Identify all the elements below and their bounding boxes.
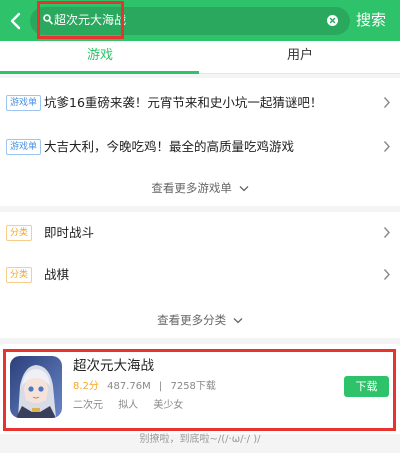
list-item[interactable]: 游戏单 大吉大利，今晚吃鸡！最全的高质量吃鸡游戏 bbox=[0, 126, 400, 168]
active-tab-indicator bbox=[0, 71, 199, 74]
list-item[interactable]: 分类 战棋 bbox=[0, 254, 400, 296]
game-list-section: 游戏单 坑爹16重磅来袭！元宵节来和史小坑一起猜谜吧！ 游戏单 大吉大利，今晚吃… bbox=[0, 78, 400, 206]
list-item-title: 坑爹16重磅来袭！元宵节来和史小坑一起猜谜吧！ bbox=[44, 95, 323, 110]
end-of-list-text: 别撩啦，到底啦~/(/·ω/·/ )/ bbox=[139, 434, 261, 445]
tab-games[interactable]: 游戏 bbox=[0, 41, 200, 74]
category-tag: 分类 bbox=[6, 225, 33, 241]
list-item[interactable]: 分类 即时战斗 bbox=[0, 212, 400, 254]
more-categories-button[interactable]: 查看更多分类 bbox=[0, 304, 400, 336]
result-tabs: 游戏 用户 bbox=[0, 41, 400, 74]
list-item-title: 即时战斗 bbox=[44, 225, 95, 240]
list-item-title: 战棋 bbox=[44, 267, 70, 282]
more-categories-label: 查看更多分类 bbox=[157, 313, 227, 327]
category-section: 分类 即时战斗 分类 战棋 查看更多分类 bbox=[0, 212, 400, 338]
list-item[interactable]: 游戏单 坑爹16重磅来袭！元宵节来和史小坑一起猜谜吧！ bbox=[0, 82, 400, 124]
chevron-right-icon bbox=[383, 269, 390, 280]
list-item-title: 大吉大利，今晚吃鸡！最全的高质量吃鸡游戏 bbox=[44, 139, 295, 154]
search-highlight-box bbox=[37, 1, 124, 39]
category-tag: 分类 bbox=[6, 267, 33, 283]
chevron-right-icon bbox=[383, 227, 390, 238]
game-list-tag: 游戏单 bbox=[6, 139, 42, 155]
clear-icon[interactable] bbox=[327, 15, 338, 26]
chevron-right-icon bbox=[383, 97, 390, 108]
game-list-tag: 游戏单 bbox=[6, 95, 42, 111]
chevron-right-icon bbox=[383, 141, 390, 152]
chevron-down-icon bbox=[239, 186, 249, 192]
more-game-lists-button[interactable]: 查看更多游戏单 bbox=[0, 172, 400, 204]
back-button[interactable] bbox=[4, 8, 26, 34]
more-game-lists-label: 查看更多游戏单 bbox=[151, 181, 232, 195]
chevron-down-icon bbox=[233, 318, 243, 324]
app-highlight-box bbox=[3, 349, 396, 431]
search-button[interactable]: 搜索 bbox=[356, 10, 386, 31]
tab-users[interactable]: 用户 bbox=[200, 41, 400, 74]
back-arrow-icon bbox=[10, 12, 21, 30]
